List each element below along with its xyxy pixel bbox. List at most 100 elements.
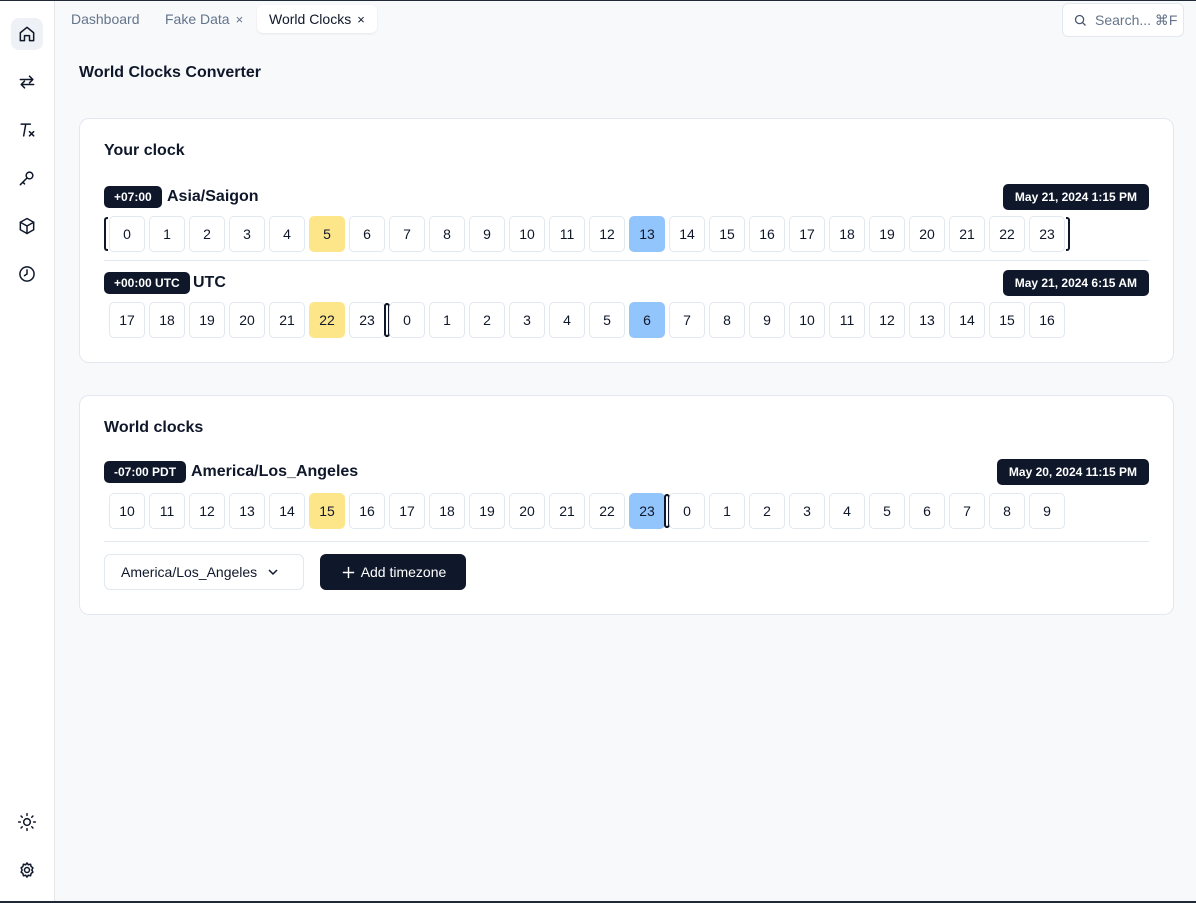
tab-world-clocks[interactable]: World Clocks × [257, 5, 377, 33]
hour-cell[interactable]: 16 [749, 216, 785, 252]
hour-cell[interactable]: 8 [989, 493, 1025, 529]
zone-name: Asia/Saigon [167, 188, 259, 205]
zone-header-utc: +00:00 UTC UTC May 21, 2024 6:15 AM [104, 270, 1149, 296]
hour-cell[interactable]: 4 [549, 302, 585, 338]
hour-cell[interactable]: 17 [109, 302, 145, 338]
hour-cell[interactable]: 23 [629, 493, 665, 529]
hour-cell[interactable]: 18 [149, 302, 185, 338]
hour-cell[interactable]: 23 [349, 302, 385, 338]
hour-cell[interactable]: 12 [189, 493, 225, 529]
hour-cell[interactable]: 10 [789, 302, 825, 338]
hour-cell[interactable]: 4 [829, 493, 865, 529]
hour-cell[interactable]: 21 [269, 302, 305, 338]
hour-cell[interactable]: 6 [629, 302, 665, 338]
hour-cell[interactable]: 17 [789, 216, 825, 252]
hour-cell[interactable]: 22 [989, 216, 1025, 252]
hour-cell[interactable]: 15 [989, 302, 1025, 338]
hour-cell[interactable]: 0 [389, 302, 425, 338]
hour-cell[interactable]: 2 [469, 302, 505, 338]
hour-cell[interactable]: 5 [589, 302, 625, 338]
hour-cell[interactable]: 7 [389, 216, 425, 252]
hour-cell[interactable]: 23 [1029, 216, 1065, 252]
clock-icon[interactable] [11, 258, 43, 290]
timezone-select[interactable]: America/Los_Angeles [104, 554, 304, 590]
page-title: World Clocks Converter [79, 64, 261, 81]
hour-cell[interactable]: 19 [189, 302, 225, 338]
hour-cell[interactable]: 10 [509, 216, 545, 252]
hour-cell[interactable]: 8 [709, 302, 745, 338]
hour-cell[interactable]: 19 [869, 216, 905, 252]
arrows-swap-icon[interactable] [11, 66, 43, 98]
sun-icon[interactable] [11, 806, 43, 838]
hour-cell[interactable]: 13 [229, 493, 265, 529]
plus-icon [342, 566, 354, 578]
hour-cell[interactable]: 10 [109, 493, 145, 529]
search-input[interactable]: Search... ⌘F [1062, 3, 1184, 37]
hour-cell[interactable]: 16 [349, 493, 385, 529]
package-icon[interactable] [11, 210, 43, 242]
hour-cell[interactable]: 21 [949, 216, 985, 252]
hour-cell[interactable]: 3 [509, 302, 545, 338]
hour-cell[interactable]: 21 [549, 493, 585, 529]
hour-cell[interactable]: 2 [749, 493, 785, 529]
hour-cell[interactable]: 18 [829, 216, 865, 252]
hour-cell[interactable]: 14 [949, 302, 985, 338]
home-icon[interactable] [11, 18, 43, 50]
hour-cell[interactable]: 15 [709, 216, 745, 252]
hour-cell[interactable]: 14 [269, 493, 305, 529]
hour-cell[interactable]: 5 [869, 493, 905, 529]
hour-cell[interactable]: 4 [269, 216, 305, 252]
hour-cell[interactable]: 8 [429, 216, 465, 252]
settings-icon[interactable] [11, 854, 43, 886]
hour-cell[interactable]: 1 [709, 493, 745, 529]
hour-cell[interactable]: 14 [669, 216, 705, 252]
hour-cell[interactable]: 1 [149, 216, 185, 252]
hour-cell[interactable]: 3 [789, 493, 825, 529]
hour-cell[interactable]: 17 [389, 493, 425, 529]
search-icon [1074, 14, 1086, 26]
hour-cell[interactable]: 2 [189, 216, 225, 252]
hour-cell[interactable]: 20 [509, 493, 545, 529]
hour-cell[interactable]: 11 [549, 216, 585, 252]
hour-cell[interactable]: 5 [309, 216, 345, 252]
hour-cell[interactable]: 20 [909, 216, 945, 252]
hour-cell[interactable]: 15 [309, 493, 345, 529]
hour-cell[interactable]: 7 [669, 302, 705, 338]
hour-cell[interactable]: 9 [469, 216, 505, 252]
sidebar [0, 1, 55, 901]
hour-cell[interactable]: 7 [949, 493, 985, 529]
hour-cell[interactable]: 13 [909, 302, 945, 338]
hour-cell[interactable]: 3 [229, 216, 265, 252]
hour-cell[interactable]: 16 [1029, 302, 1065, 338]
day-start-bracket [384, 303, 388, 337]
hour-cell[interactable]: 0 [669, 493, 705, 529]
hour-cell[interactable]: 20 [229, 302, 265, 338]
close-icon[interactable]: × [357, 12, 365, 27]
hour-cell[interactable]: 11 [149, 493, 185, 529]
hour-cell[interactable]: 22 [309, 302, 345, 338]
hour-cell[interactable]: 22 [589, 493, 625, 529]
hour-cell[interactable]: 11 [829, 302, 865, 338]
clear-format-icon[interactable] [11, 114, 43, 146]
hour-cell[interactable]: 19 [469, 493, 505, 529]
zone-name: America/Los_Angeles [191, 463, 359, 480]
zone-header-asia-saigon: +07:00 Asia/Saigon May 21, 2024 1:15 PM [104, 184, 1149, 210]
zone-header-america-los-angeles: -07:00 PDT America/Los_Angeles May 20, 2… [104, 459, 1149, 485]
key-icon[interactable] [11, 162, 43, 194]
hour-cell[interactable]: 18 [429, 493, 465, 529]
hour-cell[interactable]: 12 [869, 302, 905, 338]
your-clock-card: Your clock +07:00 Asia/Saigon May 21, 20… [79, 118, 1174, 363]
hour-cell[interactable]: 1 [429, 302, 465, 338]
close-icon[interactable]: × [236, 12, 244, 27]
hour-cell[interactable]: 12 [589, 216, 625, 252]
hour-cell[interactable]: 0 [109, 216, 145, 252]
hour-cell[interactable]: 6 [909, 493, 945, 529]
hour-cell[interactable]: 9 [1029, 493, 1065, 529]
tab-dashboard[interactable]: Dashboard [59, 5, 152, 33]
hour-cell[interactable]: 9 [749, 302, 785, 338]
hour-cell[interactable]: 6 [349, 216, 385, 252]
add-timezone-button[interactable]: Add timezone [320, 554, 466, 590]
hour-cell[interactable]: 13 [629, 216, 665, 252]
card-title: Your clock [104, 142, 185, 159]
tab-fake-data[interactable]: Fake Data × [153, 5, 255, 33]
